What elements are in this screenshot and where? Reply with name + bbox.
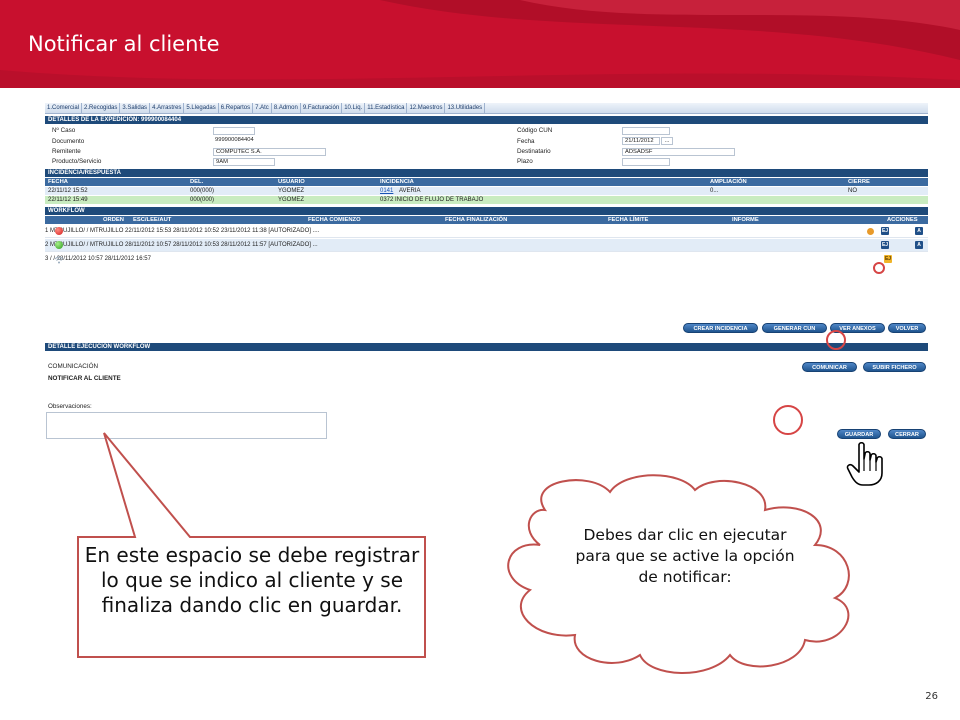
page-number: 26: [925, 691, 938, 702]
cloud-callout-text: Debes dar clic en ejecutar para que se a…: [575, 526, 795, 586]
cloud-callout-shape: [507, 474, 850, 674]
slide: Notificar al cliente 1.Comercial 2.Recog…: [0, 0, 960, 720]
